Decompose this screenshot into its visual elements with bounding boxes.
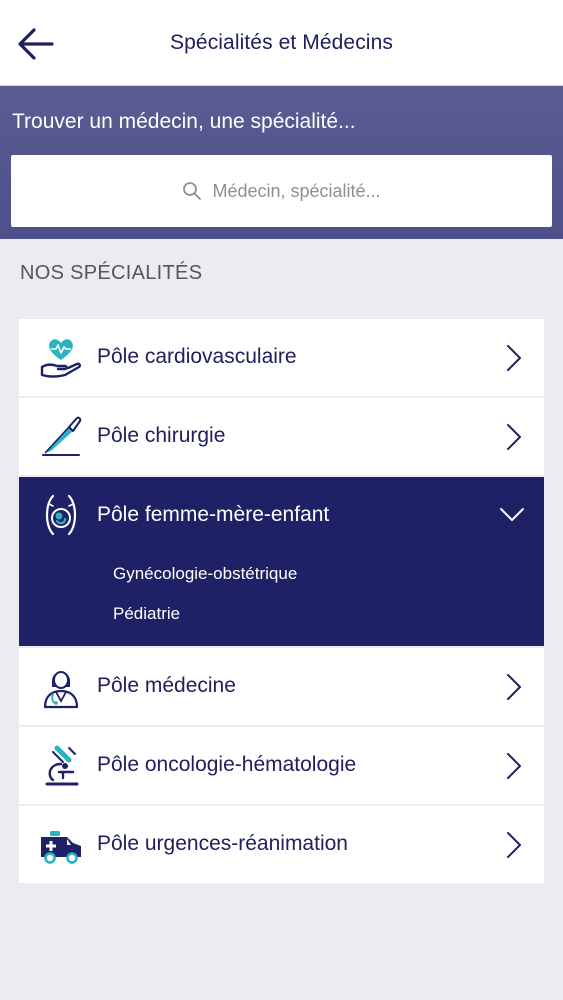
specialty-item-cardiovasculaire[interactable]: Pôle cardiovasculaire	[19, 319, 544, 396]
specialty-item-femme-mere-enfant[interactable]: Pôle femme-mère-enfant	[19, 477, 544, 646]
specialty-item-urgences-reanimation[interactable]: Pôle urgences-réanimation	[19, 806, 544, 883]
search-input[interactable]: Médecin, spécialité...	[11, 155, 552, 227]
specialty-list: Pôle cardiovasculaire Pôle chirurgie Pôl…	[19, 319, 544, 885]
specialty-label: Pôle chirurgie	[97, 424, 226, 447]
search-placeholder: Médecin, spécialité...	[212, 180, 381, 201]
microscope-icon	[45, 745, 79, 786]
navbar: Spécialités et Médecins	[0, 0, 563, 86]
subspecialty-item-pediatrie[interactable]: Pédiatrie	[113, 604, 180, 624]
search-icon	[183, 182, 202, 200]
pregnancy-icon	[45, 494, 77, 536]
search-heading: Trouver un médecin, une spécialité...	[12, 110, 356, 133]
specialty-label: Pôle femme-mère-enfant	[97, 503, 330, 526]
section-title: NOS SPÉCIALITÉS	[20, 262, 203, 284]
chevron-down-icon	[500, 508, 524, 521]
specialty-item-chirurgie[interactable]: Pôle chirurgie	[19, 398, 544, 475]
specialty-label: Pôle médecine	[97, 674, 236, 697]
specialty-label: Pôle oncologie-hématologie	[97, 753, 357, 776]
search-section: Trouver un médecin, une spécialité... Mé…	[0, 86, 563, 239]
specialty-item-medecine[interactable]: Pôle médecine	[19, 648, 544, 725]
chevron-right-icon	[507, 674, 521, 700]
chevron-right-icon	[507, 424, 521, 450]
specialty-label: Pôle cardiovasculaire	[97, 345, 297, 368]
heart-hand-icon	[40, 339, 82, 378]
specialty-label: Pôle urgences-réanimation	[97, 832, 348, 855]
subspecialty-item-gynecologie[interactable]: Gynécologie-obstétrique	[113, 564, 297, 584]
scalpel-icon	[42, 416, 82, 456]
app-screen: Spécialités et Médecins Trouver un médec…	[0, 0, 563, 1000]
specialty-item-oncologie-hematologie[interactable]: Pôle oncologie-hématologie	[19, 727, 544, 804]
chevron-right-icon	[507, 832, 521, 858]
chevron-right-icon	[507, 345, 521, 371]
doctor-icon	[43, 671, 79, 709]
ambulance-icon	[41, 831, 81, 864]
page-title: Spécialités et Médecins	[170, 31, 393, 54]
chevron-right-icon	[507, 753, 521, 779]
